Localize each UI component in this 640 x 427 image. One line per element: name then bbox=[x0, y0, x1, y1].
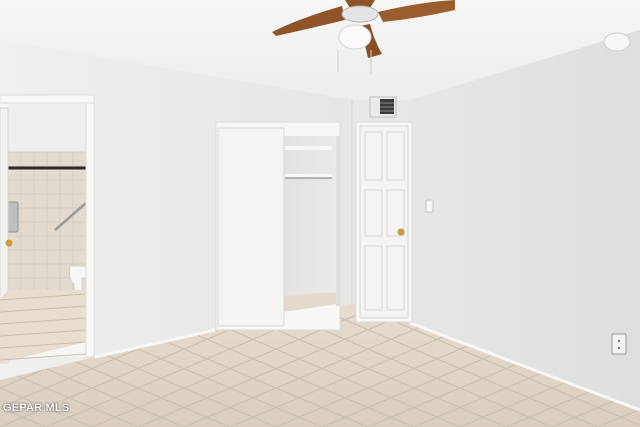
closet bbox=[215, 121, 341, 331]
doorknob bbox=[397, 228, 405, 236]
wall-outlet bbox=[611, 333, 627, 355]
fan-motor-housing bbox=[341, 5, 379, 23]
room-illustration bbox=[0, 0, 640, 427]
entry-door bbox=[355, 121, 413, 323]
light-switch bbox=[425, 199, 434, 213]
watermark-text: GEPAR MLS bbox=[3, 402, 70, 414]
bathroom-doorway bbox=[0, 94, 95, 364]
room-photo: GEPAR MLS bbox=[0, 0, 640, 427]
closet-sliding-door bbox=[217, 127, 285, 327]
fan-light-globe bbox=[338, 24, 372, 50]
bathroom-doorknob bbox=[5, 239, 13, 247]
smoke-detector bbox=[603, 32, 631, 52]
ac-vent bbox=[369, 96, 397, 118]
